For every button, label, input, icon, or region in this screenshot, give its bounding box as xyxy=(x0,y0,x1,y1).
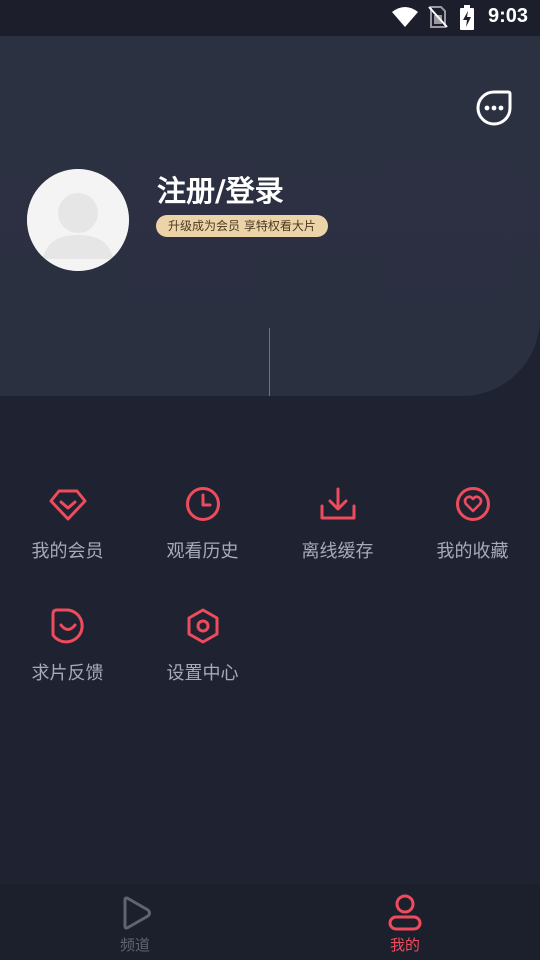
menu-item-settings[interactable]: 设置中心 xyxy=(135,606,270,706)
header-divider xyxy=(269,328,270,396)
menu-item-favorites[interactable]: 我的收藏 xyxy=(405,484,540,584)
bottom-nav: 频道 我的 xyxy=(0,884,540,960)
menu-item-label: 求片反馈 xyxy=(31,663,104,684)
tab-label: 频道 xyxy=(119,936,150,954)
menu-item-label: 我的收藏 xyxy=(436,541,509,562)
menu-item-feedback[interactable]: 求片反馈 xyxy=(0,606,135,706)
tab-mine[interactable]: 我的 xyxy=(270,884,540,960)
feedback-icon xyxy=(48,606,88,646)
member-upgrade-badge[interactable]: 升级成为会员 享特权看大片 xyxy=(156,215,328,237)
play-icon xyxy=(116,894,154,932)
heart-icon xyxy=(453,484,493,524)
diamond-icon xyxy=(48,484,88,524)
default-avatar-icon xyxy=(27,169,129,271)
wifi-icon xyxy=(391,5,419,33)
clock-icon xyxy=(183,484,223,524)
tab-label: 我的 xyxy=(389,936,420,954)
login-register-link[interactable]: 注册/登录 xyxy=(157,168,284,210)
download-icon xyxy=(318,484,358,524)
chat-bubble-icon xyxy=(476,90,512,126)
menu-item-label: 离线缓存 xyxy=(301,541,374,562)
no-sim-icon xyxy=(428,5,448,33)
menu-item-offline-cache[interactable]: 离线缓存 xyxy=(270,484,405,584)
status-bar: 9:03 xyxy=(0,0,540,36)
user-icon xyxy=(386,894,424,932)
settings-icon xyxy=(183,606,223,646)
message-button[interactable] xyxy=(476,90,512,126)
status-time: 9:03 xyxy=(487,5,528,27)
avatar[interactable] xyxy=(27,169,129,271)
profile-screen: 9:03 注册/登录 升级成为会员 享特权看大片 我的会员 观看历史 离线缓存 … xyxy=(0,0,540,960)
menu-item-history[interactable]: 观看历史 xyxy=(135,484,270,584)
menu-item-membership[interactable]: 我的会员 xyxy=(0,484,135,584)
tab-channels[interactable]: 频道 xyxy=(0,884,270,960)
menu-item-label: 设置中心 xyxy=(166,663,239,684)
menu-item-label: 观看历史 xyxy=(166,541,239,562)
battery-charging-icon xyxy=(459,5,475,35)
menu-item-label: 我的会员 xyxy=(31,541,104,562)
